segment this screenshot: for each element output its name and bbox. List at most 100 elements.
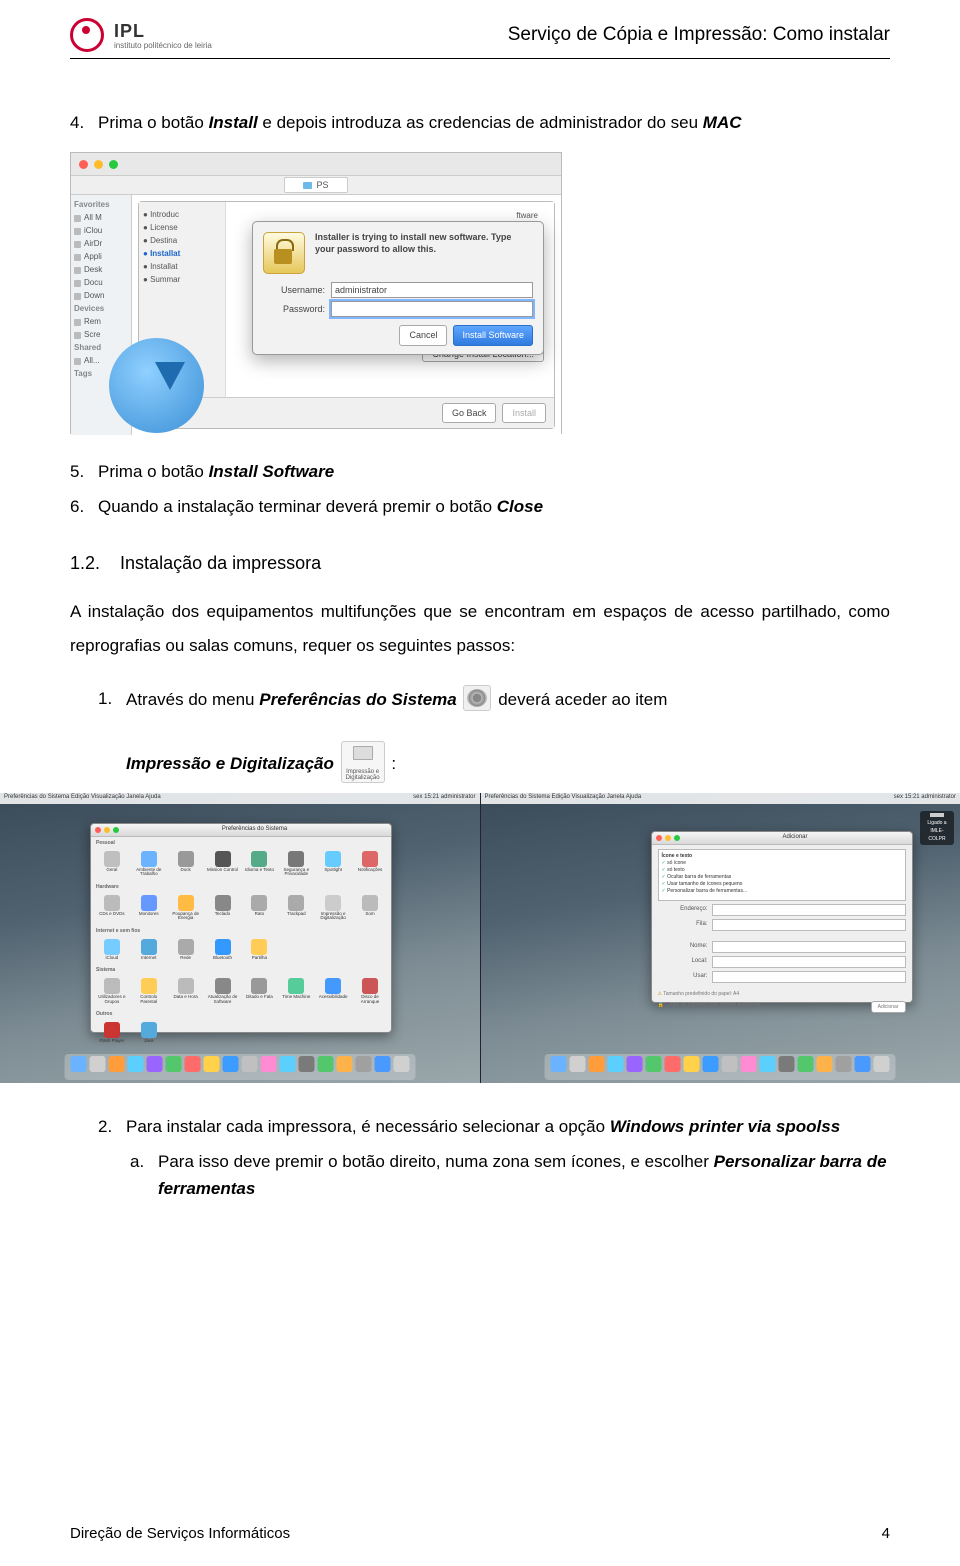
dock-app-icon[interactable] (241, 1056, 257, 1072)
dock-app-icon[interactable] (393, 1056, 409, 1072)
install-software-button[interactable]: Install Software (453, 325, 533, 345)
dock-app-icon[interactable] (89, 1056, 105, 1072)
dock-app-icon[interactable] (741, 1056, 757, 1072)
pref-item[interactable]: Notificações (353, 851, 387, 877)
add-button[interactable]: Adicionar (871, 1001, 906, 1013)
dock-app-icon[interactable] (355, 1056, 371, 1072)
password-field[interactable] (331, 301, 533, 317)
sidebar-item[interactable]: AirDr (74, 238, 128, 250)
dock-app-icon[interactable] (589, 1056, 605, 1072)
pref-item[interactable]: Spotlight (316, 851, 350, 877)
pref-item[interactable]: Atualização de Software (206, 978, 240, 1004)
toolbar-context-menu[interactable]: Ícone e texto só ícone só texto Ocultar … (658, 849, 906, 901)
username-field[interactable]: administrator (331, 282, 533, 298)
sidebar-item[interactable]: Down (74, 290, 128, 302)
zoom-icon[interactable] (109, 160, 118, 169)
dock-app-icon[interactable] (722, 1056, 738, 1072)
dock-app-icon[interactable] (665, 1056, 681, 1072)
pref-item[interactable]: Impressão e Digitalização (316, 895, 350, 921)
minimize-icon[interactable] (104, 827, 110, 833)
pref-item[interactable]: Segurança e Privacidade (279, 851, 313, 877)
pref-item[interactable]: Flash Player (95, 1022, 129, 1044)
dock-app-icon[interactable] (760, 1056, 776, 1072)
zoom-icon[interactable] (113, 827, 119, 833)
dock-app-icon[interactable] (608, 1056, 624, 1072)
dock-app-icon[interactable] (570, 1056, 586, 1072)
dock[interactable] (64, 1054, 415, 1080)
pref-item[interactable]: Mission Control (206, 851, 240, 877)
dock-app-icon[interactable] (298, 1056, 314, 1072)
go-back-button[interactable]: Go Back (442, 403, 497, 423)
pref-item[interactable]: Bluetooth (206, 939, 240, 961)
pref-item[interactable]: Java (132, 1022, 166, 1044)
pref-item[interactable]: Dock (169, 851, 203, 877)
pref-item[interactable]: Internet (132, 939, 166, 961)
dock-app-icon[interactable] (779, 1056, 795, 1072)
pref-item[interactable]: Teclado (206, 895, 240, 921)
address-field[interactable] (712, 904, 906, 916)
dock-app-icon[interactable] (260, 1056, 276, 1072)
cancel-button[interactable]: Cancel (399, 325, 447, 345)
dock-app-icon[interactable] (855, 1056, 871, 1072)
dock-app-icon[interactable] (203, 1056, 219, 1072)
pref-item[interactable]: Monitores (132, 895, 166, 921)
close-icon[interactable] (79, 160, 88, 169)
pref-item[interactable]: Ditado e Fala (243, 978, 277, 1004)
dock-app-icon[interactable] (817, 1056, 833, 1072)
dock-app-icon[interactable] (646, 1056, 662, 1072)
pref-item[interactable]: Rato (243, 895, 277, 921)
dock-app-icon[interactable] (627, 1056, 643, 1072)
dock-app-icon[interactable] (184, 1056, 200, 1072)
pref-item[interactable]: CDs e DVDs (95, 895, 129, 921)
dock-app-icon[interactable] (317, 1056, 333, 1072)
location-field[interactable] (712, 956, 906, 968)
pref-item[interactable]: Poupança de Energia (169, 895, 203, 921)
dock-app-icon[interactable] (703, 1056, 719, 1072)
dock-app-icon[interactable] (336, 1056, 352, 1072)
dock-app-icon[interactable] (684, 1056, 700, 1072)
dock-app-icon[interactable] (146, 1056, 162, 1072)
minimize-icon[interactable] (665, 835, 671, 841)
pref-item[interactable]: Data e Hora (169, 978, 203, 1004)
sidebar-item[interactable]: Appli (74, 251, 128, 263)
pref-item[interactable]: Controlo Parental (132, 978, 166, 1004)
pref-item[interactable]: Geral (95, 851, 129, 877)
dock-app-icon[interactable] (374, 1056, 390, 1072)
pref-item[interactable]: Idioma e Texto (243, 851, 277, 877)
dock-app-icon[interactable] (836, 1056, 852, 1072)
use-field[interactable] (712, 971, 906, 983)
dock-app-icon[interactable] (798, 1056, 814, 1072)
close-icon[interactable] (95, 827, 101, 833)
dock-app-icon[interactable] (874, 1056, 890, 1072)
queue-field[interactable] (712, 919, 906, 931)
pref-item[interactable]: Ambiente de Trabalho (132, 851, 166, 877)
dock-app-icon[interactable] (165, 1056, 181, 1072)
close-icon[interactable] (656, 835, 662, 841)
pref-item[interactable]: Time Machine (279, 978, 313, 1004)
pref-item[interactable]: Utilizadores e Grupos (95, 978, 129, 1004)
finder-tab[interactable]: PS (284, 177, 347, 193)
dock-app-icon[interactable] (222, 1056, 238, 1072)
sidebar-item[interactable]: Desk (74, 264, 128, 276)
pref-item[interactable]: Rede (169, 939, 203, 961)
pref-item[interactable]: Disco de Arranque (353, 978, 387, 1004)
dock-app-icon[interactable] (70, 1056, 86, 1072)
sidebar-item[interactable]: Docu (74, 277, 128, 289)
dock[interactable] (545, 1054, 896, 1080)
sidebar-item[interactable]: Rem (74, 316, 128, 328)
dock-app-icon[interactable] (108, 1056, 124, 1072)
sidebar-item[interactable]: iClou (74, 225, 128, 237)
name-field[interactable] (712, 941, 906, 953)
sidebar-item[interactable]: All M (74, 212, 128, 224)
dock-app-icon[interactable] (551, 1056, 567, 1072)
pref-item[interactable]: iCloud (95, 939, 129, 961)
pref-item[interactable]: Som (353, 895, 387, 921)
minimize-icon[interactable] (94, 160, 103, 169)
pref-item[interactable]: Partilha (243, 939, 277, 961)
install-button[interactable]: Install (502, 403, 546, 423)
dock-app-icon[interactable] (279, 1056, 295, 1072)
pref-item[interactable]: Acessibilidade (316, 978, 350, 1004)
zoom-icon[interactable] (674, 835, 680, 841)
dock-app-icon[interactable] (127, 1056, 143, 1072)
sidebar-item[interactable]: Scre (74, 329, 128, 341)
